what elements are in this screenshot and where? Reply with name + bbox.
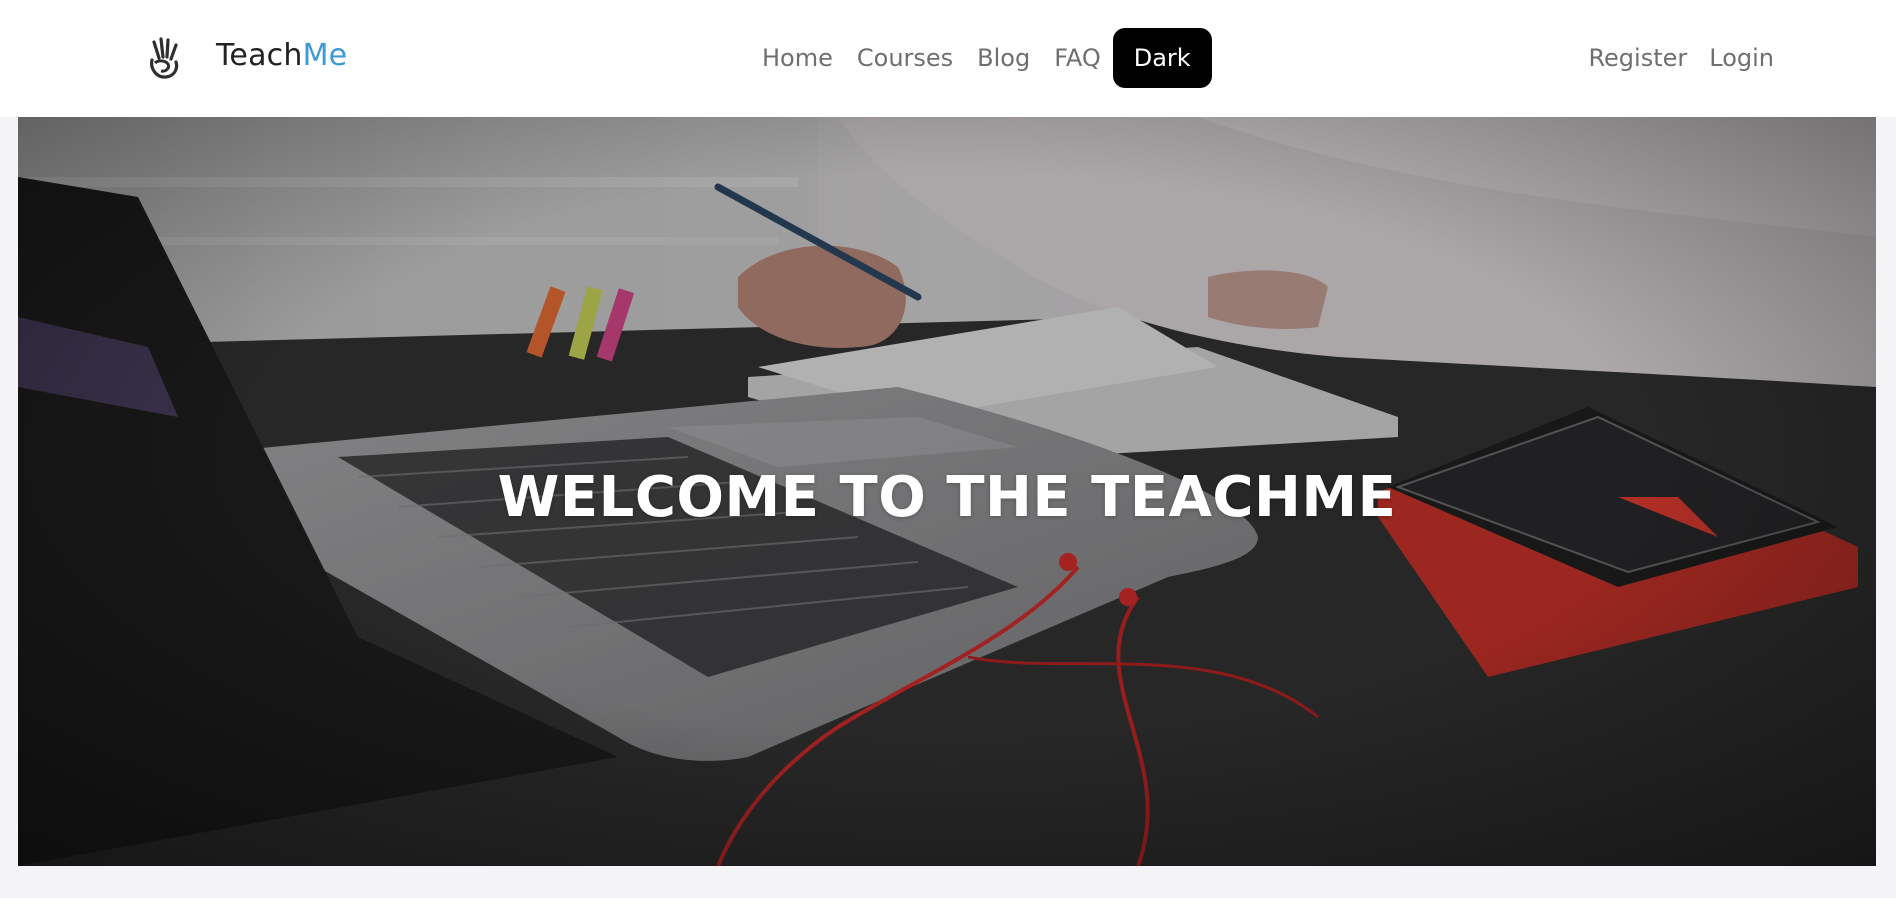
brand-name: TeachMe bbox=[216, 38, 347, 73]
hero-title: WELCOME TO THE TEACHME bbox=[497, 465, 1397, 530]
register-link[interactable]: Register bbox=[1588, 44, 1687, 72]
auth-nav: Register Login bbox=[1566, 28, 1774, 88]
login-link[interactable]: Login bbox=[1709, 44, 1774, 72]
nav-link-home[interactable]: Home bbox=[762, 44, 833, 72]
brand-name-accent: Me bbox=[302, 38, 348, 73]
brand-name-part1: Teach bbox=[216, 38, 303, 73]
hero-banner: WELCOME TO THE TEACHME bbox=[18, 117, 1876, 866]
nav-link-faq[interactable]: FAQ bbox=[1054, 44, 1101, 72]
dark-mode-button[interactable]: Dark bbox=[1112, 28, 1212, 88]
navbar: TeachMe Home Courses Blog FAQ Dark Regis… bbox=[0, 0, 1896, 117]
nav-link-courses[interactable]: Courses bbox=[857, 44, 953, 72]
hand-logo-icon bbox=[150, 37, 179, 79]
brand[interactable]: TeachMe bbox=[146, 36, 347, 80]
main-nav: Home Courses Blog FAQ Dark bbox=[762, 28, 1212, 88]
nav-link-blog[interactable]: Blog bbox=[977, 44, 1030, 72]
